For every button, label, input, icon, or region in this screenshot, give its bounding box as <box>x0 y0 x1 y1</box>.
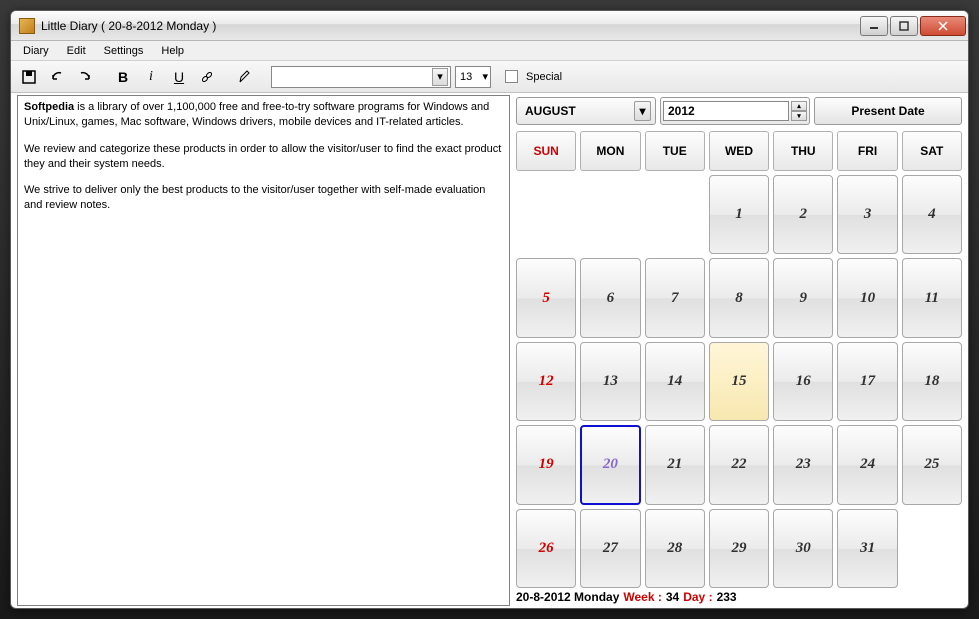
close-button[interactable] <box>920 16 966 36</box>
link-icon[interactable] <box>195 65 219 89</box>
undo-icon[interactable] <box>45 65 69 89</box>
diary-editor[interactable]: Softpedia is a library of over 1,100,000… <box>17 95 510 606</box>
calendar-footer: 20-8-2012 Monday Week : 34 Day : 233 <box>516 588 962 606</box>
day-cell-24[interactable]: 24 <box>837 425 897 504</box>
year-up-icon[interactable]: ▴ <box>791 101 807 111</box>
year-down-icon[interactable]: ▾ <box>791 111 807 121</box>
font-size-value: 13 <box>460 71 472 83</box>
menu-help[interactable]: Help <box>153 43 192 59</box>
titlebar: Little Diary ( 20-8-2012 Monday ) <box>11 11 968 41</box>
day-cell-5[interactable]: 5 <box>516 258 576 337</box>
month-select[interactable]: AUGUST ▾ <box>516 97 656 125</box>
day-cell-22[interactable]: 22 <box>709 425 769 504</box>
underline-icon[interactable]: U <box>167 65 191 89</box>
day-cell-18[interactable]: 18 <box>902 342 962 421</box>
day-header-thu: THU <box>773 131 833 171</box>
editor-p1: is a library of over 1,100,000 free and … <box>24 101 489 128</box>
menu-settings[interactable]: Settings <box>96 43 152 59</box>
year-input[interactable]: 2012 ▴ ▾ <box>660 97 810 125</box>
day-cell-20[interactable]: 20 <box>580 425 640 504</box>
editor-bold: Softpedia <box>24 101 74 113</box>
toolbar: B i U ▾ 13 ▾ Special <box>11 61 968 93</box>
day-cell-21[interactable]: 21 <box>645 425 705 504</box>
chevron-down-icon: ▾ <box>634 101 651 121</box>
minimize-button[interactable] <box>860 16 888 36</box>
footer-date: 20-8-2012 Monday <box>516 590 619 604</box>
calendar-pane: AUGUST ▾ 2012 ▴ ▾ Present Date SUNMONTUE… <box>510 93 968 608</box>
day-cell-2[interactable]: 2 <box>773 175 833 254</box>
day-cell-15[interactable]: 15 <box>709 342 769 421</box>
day-header-tue: TUE <box>645 131 705 171</box>
font-size-select[interactable]: 13 ▾ <box>455 66 491 88</box>
brush-icon[interactable] <box>233 65 257 89</box>
day-cell-25[interactable]: 25 <box>902 425 962 504</box>
day-cell-26[interactable]: 26 <box>516 509 576 588</box>
menubar: Diary Edit Settings Help <box>11 41 968 61</box>
bold-icon[interactable]: B <box>111 65 135 89</box>
day-cell-4[interactable]: 4 <box>902 175 962 254</box>
day-header-fri: FRI <box>837 131 897 171</box>
day-header-sun: SUN <box>516 131 576 171</box>
chevron-down-icon: ▾ <box>432 68 448 86</box>
footer-week-label: Week : <box>623 590 661 604</box>
day-cell-1[interactable]: 1 <box>709 175 769 254</box>
redo-icon[interactable] <box>73 65 97 89</box>
day-cell-6[interactable]: 6 <box>580 258 640 337</box>
day-cell-28[interactable]: 28 <box>645 509 705 588</box>
day-cell-8[interactable]: 8 <box>709 258 769 337</box>
day-header-mon: MON <box>580 131 640 171</box>
day-cell-empty <box>516 175 576 254</box>
day-header-wed: WED <box>709 131 769 171</box>
footer-week-val: 34 <box>666 590 679 604</box>
day-cell-19[interactable]: 19 <box>516 425 576 504</box>
font-family-select[interactable]: ▾ <box>271 66 451 88</box>
editor-p3: We strive to deliver only the best produ… <box>24 183 503 213</box>
editor-p2: We review and categorize these products … <box>24 142 503 172</box>
menu-diary[interactable]: Diary <box>15 43 57 59</box>
app-window: Little Diary ( 20-8-2012 Monday ) Diary … <box>10 10 969 609</box>
footer-day-val: 233 <box>717 590 737 604</box>
day-cell-16[interactable]: 16 <box>773 342 833 421</box>
day-cell-27[interactable]: 27 <box>580 509 640 588</box>
day-cell-17[interactable]: 17 <box>837 342 897 421</box>
day-cell-empty <box>580 175 640 254</box>
special-label: Special <box>526 71 562 83</box>
chevron-down-icon: ▾ <box>482 70 488 83</box>
day-cell-12[interactable]: 12 <box>516 342 576 421</box>
app-icon <box>19 18 35 34</box>
day-cell-empty <box>902 509 962 588</box>
day-cell-10[interactable]: 10 <box>837 258 897 337</box>
year-value: 2012 <box>668 104 695 118</box>
day-cell-9[interactable]: 9 <box>773 258 833 337</box>
calendar-grid: SUNMONTUEWEDTHUFRISAT1234567891011121314… <box>516 131 962 588</box>
present-date-button[interactable]: Present Date <box>814 97 962 125</box>
day-cell-3[interactable]: 3 <box>837 175 897 254</box>
month-value: AUGUST <box>525 104 576 118</box>
day-cell-23[interactable]: 23 <box>773 425 833 504</box>
day-cell-31[interactable]: 31 <box>837 509 897 588</box>
day-cell-13[interactable]: 13 <box>580 342 640 421</box>
day-cell-empty <box>645 175 705 254</box>
save-icon[interactable] <box>17 65 41 89</box>
window-title: Little Diary ( 20-8-2012 Monday ) <box>41 19 860 33</box>
footer-day-label: Day : <box>683 590 712 604</box>
day-cell-30[interactable]: 30 <box>773 509 833 588</box>
menu-edit[interactable]: Edit <box>59 43 94 59</box>
day-cell-29[interactable]: 29 <box>709 509 769 588</box>
day-cell-7[interactable]: 7 <box>645 258 705 337</box>
italic-icon[interactable]: i <box>139 65 163 89</box>
maximize-button[interactable] <box>890 16 918 36</box>
day-cell-14[interactable]: 14 <box>645 342 705 421</box>
day-header-sat: SAT <box>902 131 962 171</box>
day-cell-11[interactable]: 11 <box>902 258 962 337</box>
special-checkbox[interactable] <box>505 70 518 83</box>
